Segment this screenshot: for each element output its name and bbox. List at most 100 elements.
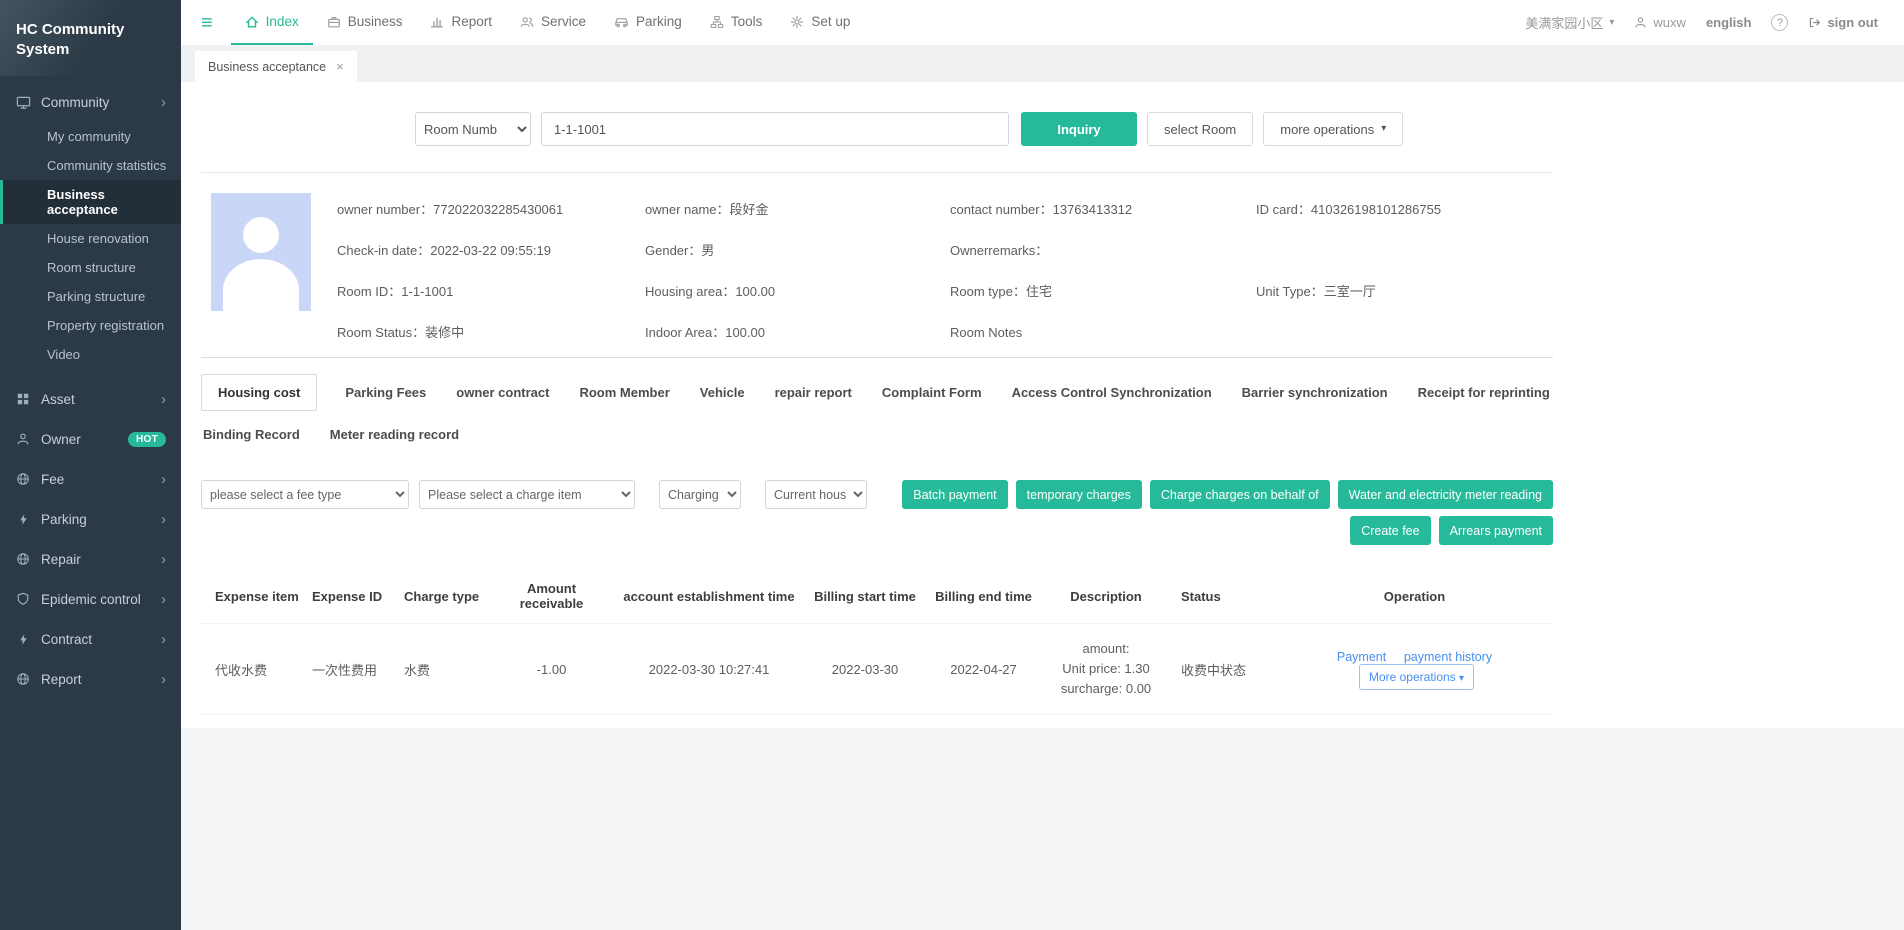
col-header-description: Description bbox=[1041, 569, 1171, 624]
sidebar-item-business-acceptance[interactable]: Business acceptance bbox=[0, 180, 181, 224]
fee-filters: please select a fee type Please select a… bbox=[201, 480, 867, 509]
field-value: 段好金 bbox=[730, 202, 769, 217]
cell-expense-item: 测试物业费1 bbox=[201, 715, 306, 728]
field-label: Room ID： bbox=[337, 284, 401, 299]
more-operations-label: more operations bbox=[1280, 122, 1374, 137]
bar-chart-icon bbox=[430, 15, 444, 29]
tab-vehicle[interactable]: Vehicle bbox=[698, 375, 747, 410]
row-more-operations-button[interactable]: More operations ▾ bbox=[1359, 664, 1474, 690]
sidebar-item-my-community[interactable]: My community bbox=[0, 122, 181, 151]
more-operations-button[interactable]: more operations ▾ bbox=[1263, 112, 1403, 146]
cell-expense-item: 代收水费 bbox=[201, 624, 306, 715]
tab-receipt-reprinting[interactable]: Receipt for reprinting bbox=[1416, 375, 1552, 410]
room-number-input[interactable] bbox=[541, 112, 1009, 146]
charging-status-select[interactable]: Charging bbox=[659, 480, 741, 509]
sidebar-submenu-community: My community Community statistics Busine… bbox=[0, 122, 181, 379]
field-label: owner number： bbox=[337, 202, 433, 217]
tab-complaint-form[interactable]: Complaint Form bbox=[880, 375, 984, 410]
sidebar-item-community-statistics[interactable]: Community statistics bbox=[0, 151, 181, 180]
page-tab-business-acceptance[interactable]: Business acceptance × bbox=[195, 51, 357, 82]
help-icon[interactable]: ? bbox=[1771, 14, 1788, 31]
tab-barrier-sync[interactable]: Barrier synchronization bbox=[1240, 375, 1390, 410]
select-room-button[interactable]: select Room bbox=[1147, 112, 1253, 146]
user-menu[interactable]: wuxw bbox=[1634, 15, 1686, 30]
topnav-item-tools[interactable]: Tools bbox=[696, 0, 777, 45]
sidebar-item-video[interactable]: Video bbox=[0, 340, 181, 369]
owner-field: Gender：男 bbox=[645, 242, 950, 259]
sidebar-item-property-registration[interactable]: Property registration bbox=[0, 311, 181, 340]
menu-toggle-icon[interactable]: ≡ bbox=[201, 13, 213, 33]
sidebar-item-parking[interactable]: Parking › bbox=[0, 499, 181, 539]
tab-housing-cost[interactable]: Housing cost bbox=[201, 374, 317, 411]
owner-field: ID card：410326198101286755 bbox=[1256, 201, 1553, 218]
inquiry-button[interactable]: Inquiry bbox=[1021, 112, 1137, 146]
tab-room-member[interactable]: Room Member bbox=[577, 375, 671, 410]
col-header-expense-item: Expense item bbox=[201, 569, 306, 624]
tab-access-control-sync[interactable]: Access Control Synchronization bbox=[1010, 375, 1214, 410]
sidebar-item-parking-structure[interactable]: Parking structure bbox=[0, 282, 181, 311]
chevron-right-icon: › bbox=[161, 672, 166, 687]
fee-type-select[interactable]: please select a fee type bbox=[201, 480, 409, 509]
sidebar-group-label: Epidemic control bbox=[41, 592, 141, 607]
tab-meter-reading-record[interactable]: Meter reading record bbox=[328, 417, 461, 452]
close-icon[interactable]: × bbox=[336, 60, 344, 73]
sidebar-item-report[interactable]: Report › bbox=[0, 659, 181, 699]
charge-item-select[interactable]: Please select a charge item bbox=[419, 480, 635, 509]
sidebar-item-asset[interactable]: Asset › bbox=[0, 379, 181, 419]
sidebar-item-fee[interactable]: Fee › bbox=[0, 459, 181, 499]
cell-amount: -1.00 bbox=[489, 624, 614, 715]
chevron-right-icon: › bbox=[161, 592, 166, 607]
field-value: 13763413312 bbox=[1053, 202, 1133, 217]
cell-charge-type: 物业费 bbox=[394, 715, 489, 728]
topnav-item-setup[interactable]: Set up bbox=[776, 0, 864, 45]
sidebar-item-community[interactable]: Community › bbox=[0, 82, 181, 122]
owner-field: Check-in date：2022-03-22 09:55:19 bbox=[337, 242, 645, 259]
charge-on-behalf-button[interactable]: Charge charges on behalf of bbox=[1150, 480, 1330, 509]
sidebar-item-owner[interactable]: Owner HOT bbox=[0, 419, 181, 459]
field-value: 装修中 bbox=[425, 325, 464, 340]
sidebar-item-contract[interactable]: Contract › bbox=[0, 619, 181, 659]
sidebar-item-label: My community bbox=[47, 129, 131, 144]
owner-field bbox=[1256, 324, 1553, 341]
sidebar-item-house-renovation[interactable]: House renovation bbox=[0, 224, 181, 253]
arrears-payment-button[interactable]: Arrears payment bbox=[1439, 516, 1553, 545]
field-value: 三室一厅 bbox=[1324, 284, 1376, 299]
topnav-item-report[interactable]: Report bbox=[416, 0, 506, 45]
batch-payment-button[interactable]: Batch payment bbox=[902, 480, 1007, 509]
field-value: 100.00 bbox=[725, 325, 765, 340]
payment-history-link[interactable]: payment history bbox=[1404, 650, 1492, 664]
col-header-billing-start: Billing start time bbox=[804, 569, 926, 624]
meter-reading-button[interactable]: Water and electricity meter reading bbox=[1338, 480, 1553, 509]
sidebar-item-repair[interactable]: Repair › bbox=[0, 539, 181, 579]
col-header-operation: Operation bbox=[1276, 569, 1553, 624]
topnav-item-parking[interactable]: Parking bbox=[600, 0, 696, 45]
tab-repair-report[interactable]: repair report bbox=[773, 375, 854, 410]
topnav-item-index[interactable]: Index bbox=[231, 0, 313, 45]
grid-icon bbox=[15, 391, 31, 407]
search-field-select[interactable]: Room Numb bbox=[415, 112, 531, 146]
app-title: HC Community System bbox=[16, 21, 124, 58]
payment-link[interactable]: Payment bbox=[1337, 650, 1386, 664]
sidebar-item-room-structure[interactable]: Room structure bbox=[0, 253, 181, 282]
language-switcher[interactable]: english bbox=[1706, 15, 1752, 30]
tab-parking-fees[interactable]: Parking Fees bbox=[343, 375, 428, 410]
topnav-item-business[interactable]: Business bbox=[313, 0, 417, 45]
topnav-label: Index bbox=[266, 14, 299, 29]
temporary-charges-button[interactable]: temporary charges bbox=[1016, 480, 1142, 509]
sidebar-item-epidemic-control[interactable]: Epidemic control › bbox=[0, 579, 181, 619]
topnav-item-service[interactable]: Service bbox=[506, 0, 600, 45]
field-label: ID card： bbox=[1256, 202, 1311, 217]
owner-field: Unit Type：三室一厅 bbox=[1256, 283, 1553, 300]
community-selector[interactable]: 美满家园小区 ▾ bbox=[1525, 13, 1614, 32]
owner-field bbox=[1256, 242, 1553, 259]
cell-billing-end: - bbox=[926, 715, 1041, 728]
sign-out-button[interactable]: sign out bbox=[1808, 15, 1878, 30]
chevron-right-icon: › bbox=[161, 632, 166, 647]
status-badge: 收费中状态 bbox=[1171, 624, 1276, 715]
tab-binding-record[interactable]: Binding Record bbox=[201, 417, 302, 452]
create-fee-button[interactable]: Create fee bbox=[1350, 516, 1430, 545]
detail-tabs: Housing cost Parking Fees owner contract… bbox=[201, 358, 1553, 452]
house-scope-select[interactable]: Current house bbox=[765, 480, 867, 509]
main-area: ≡ Index Business Report bbox=[181, 0, 1904, 930]
tab-owner-contract[interactable]: owner contract bbox=[454, 375, 551, 410]
